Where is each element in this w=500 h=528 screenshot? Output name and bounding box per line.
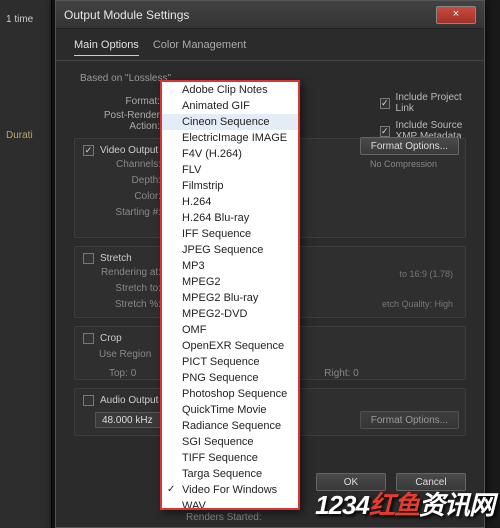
- format-option[interactable]: SGI Sequence: [162, 434, 298, 450]
- video-output-title: Video Output: [100, 145, 158, 156]
- duration-label: Durati: [6, 130, 33, 141]
- color-label: Color:: [83, 191, 167, 202]
- stretch-pct-label: Stretch %:: [83, 299, 167, 310]
- tab-color-management[interactable]: Color Management: [153, 39, 247, 56]
- stretch-to-label: Stretch to:: [83, 283, 167, 294]
- titlebar[interactable]: Output Module Settings ×: [56, 1, 484, 29]
- format-option[interactable]: QuickTime Movie: [162, 402, 298, 418]
- app-background: 1 time Durati: [0, 0, 52, 528]
- rendering-at-label: Rendering at:: [83, 267, 167, 278]
- format-option[interactable]: PICT Sequence: [162, 354, 298, 370]
- format-option[interactable]: OMF: [162, 322, 298, 338]
- format-option[interactable]: ElectricImage IMAGE: [162, 130, 298, 146]
- format-dropdown-list: Adobe Clip NotesAnimated GIFCineon Seque…: [160, 80, 300, 510]
- format-option[interactable]: Photoshop Sequence: [162, 386, 298, 402]
- aspect-hint: to 16:9 (1.78): [399, 269, 453, 279]
- crop-top-label: Top:: [109, 368, 128, 379]
- format-option[interactable]: Radiance Sequence: [162, 418, 298, 434]
- format-option[interactable]: H.264 Blu-ray: [162, 210, 298, 226]
- dialog-title: Output Module Settings: [64, 8, 436, 22]
- format-option[interactable]: OpenEXR Sequence: [162, 338, 298, 354]
- crop-right-label: Right:: [324, 368, 350, 379]
- channels-label: Channels:: [83, 159, 167, 170]
- format-option[interactable]: PNG Sequence: [162, 370, 298, 386]
- format-option[interactable]: TIFF Sequence: [162, 450, 298, 466]
- format-option[interactable]: JPEG Sequence: [162, 242, 298, 258]
- depth-label: Depth:: [83, 175, 167, 186]
- use-region-label: Use Region: [83, 349, 157, 360]
- audio-output-title: Audio Output: [100, 395, 158, 406]
- video-format-options-button[interactable]: Format Options...: [360, 137, 459, 155]
- format-option[interactable]: H.264: [162, 194, 298, 210]
- format-option[interactable]: MPEG2-DVD: [162, 306, 298, 322]
- crop-top-value: 0: [131, 368, 137, 379]
- post-render-label: Post-Render Action:: [74, 110, 166, 132]
- format-label: Format:: [74, 96, 166, 107]
- stretch-title: Stretch: [100, 253, 132, 264]
- include-project-link-label: Include Project Link: [396, 92, 466, 114]
- close-button[interactable]: ×: [436, 6, 476, 24]
- format-option[interactable]: MP3: [162, 258, 298, 274]
- format-option[interactable]: Cineon Sequence: [162, 114, 298, 130]
- watermark: 1234红鱼资讯网: [315, 485, 494, 522]
- format-option[interactable]: Targa Sequence: [162, 466, 298, 482]
- tabs: Main Options Color Management: [56, 29, 484, 61]
- stretch-quality-hint: etch Quality: High: [382, 299, 453, 309]
- starting-label: Starting #:: [83, 207, 167, 218]
- tab-main-options[interactable]: Main Options: [74, 39, 139, 56]
- no-compression-label: No Compression: [370, 159, 437, 169]
- format-option[interactable]: MPEG2 Blu-ray: [162, 290, 298, 306]
- watermark-suffix: 资讯网: [419, 490, 494, 520]
- format-option[interactable]: Animated GIF: [162, 98, 298, 114]
- include-project-link-checkbox[interactable]: ✓Include Project Link: [380, 92, 466, 114]
- crop-right-value: 0: [353, 368, 359, 379]
- format-option[interactable]: FLV: [162, 162, 298, 178]
- watermark-red: 红鱼: [369, 490, 419, 520]
- renders-started-label: Renders Started:: [186, 512, 262, 523]
- format-option[interactable]: Filmstrip: [162, 178, 298, 194]
- format-option[interactable]: WAV: [162, 498, 298, 508]
- watermark-prefix: 1234: [315, 490, 369, 520]
- crop-title: Crop: [100, 333, 122, 344]
- audio-format-options-button[interactable]: Format Options...: [360, 411, 459, 429]
- format-option[interactable]: F4V (H.264): [162, 146, 298, 162]
- format-option[interactable]: Adobe Clip Notes: [162, 82, 298, 98]
- left-time-label: 1 time: [6, 14, 33, 25]
- format-option[interactable]: IFF Sequence: [162, 226, 298, 242]
- format-option[interactable]: Video For Windows: [162, 482, 298, 498]
- format-option[interactable]: MPEG2: [162, 274, 298, 290]
